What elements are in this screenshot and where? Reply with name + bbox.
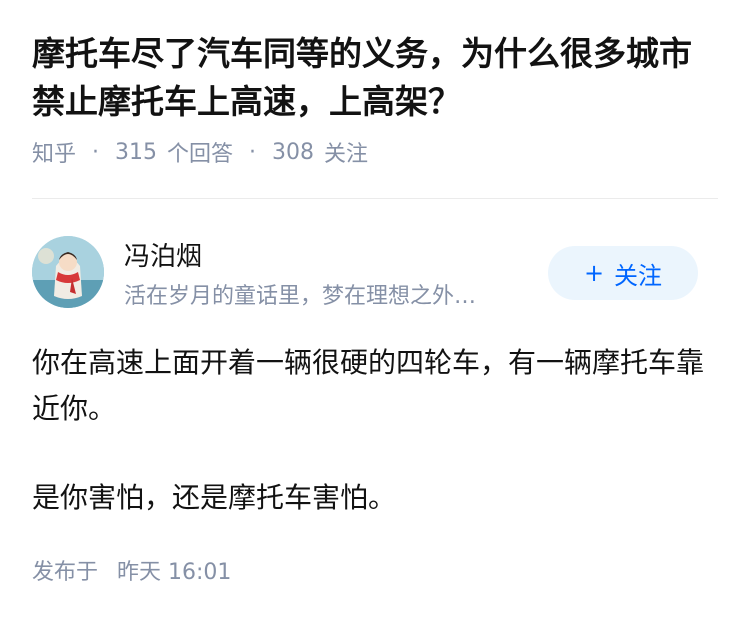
section-divider bbox=[32, 198, 718, 199]
publish-timestamp: 昨天 16:01 bbox=[117, 560, 232, 585]
author-bio: 活在岁月的童话里，梦在理想之外… bbox=[124, 284, 477, 309]
question-header: 摩托车尽了汽车同等的义务，为什么很多城市禁止摩托车上高速，上高架？ 知乎 · 3… bbox=[0, 0, 750, 199]
avatar[interactable] bbox=[32, 236, 104, 308]
answer-paragraph: 是你害怕，还是摩托车害怕。 bbox=[32, 481, 397, 514]
follower-count-label[interactable]: 关注 bbox=[324, 136, 368, 168]
answer-content[interactable]: 你在高速上面开着一辆很硬的四轮车，有一辆摩托车靠近你。 是你害怕，还是摩托车害怕… bbox=[32, 340, 718, 521]
source-label[interactable]: 知乎 bbox=[32, 136, 76, 168]
meta-separator: · bbox=[92, 139, 100, 165]
follow-button[interactable]: + 关注 bbox=[548, 246, 698, 300]
answer-count[interactable]: 315 bbox=[115, 140, 157, 165]
publish-time: 发布于 昨天 16:01 bbox=[32, 554, 231, 586]
avatar-girl-red-scarf-icon bbox=[32, 236, 104, 308]
answer-count-label[interactable]: 个回答 bbox=[167, 136, 233, 168]
question-meta: 知乎 · 315 个回答 · 308 关注 bbox=[32, 136, 718, 168]
plus-icon: + bbox=[583, 259, 605, 287]
meta-separator: · bbox=[249, 139, 257, 165]
author-name[interactable]: 冯泊烟 bbox=[124, 236, 202, 273]
answer-paragraph: 你在高速上面开着一辆很硬的四轮车，有一辆摩托车靠近你。 bbox=[32, 346, 705, 425]
publish-label: 发布于 bbox=[32, 560, 99, 585]
follow-button-label: 关注 bbox=[614, 261, 663, 290]
question-title[interactable]: 摩托车尽了汽车同等的义务，为什么很多城市禁止摩托车上高速，上高架？ bbox=[32, 30, 718, 126]
follower-count[interactable]: 308 bbox=[272, 140, 314, 165]
